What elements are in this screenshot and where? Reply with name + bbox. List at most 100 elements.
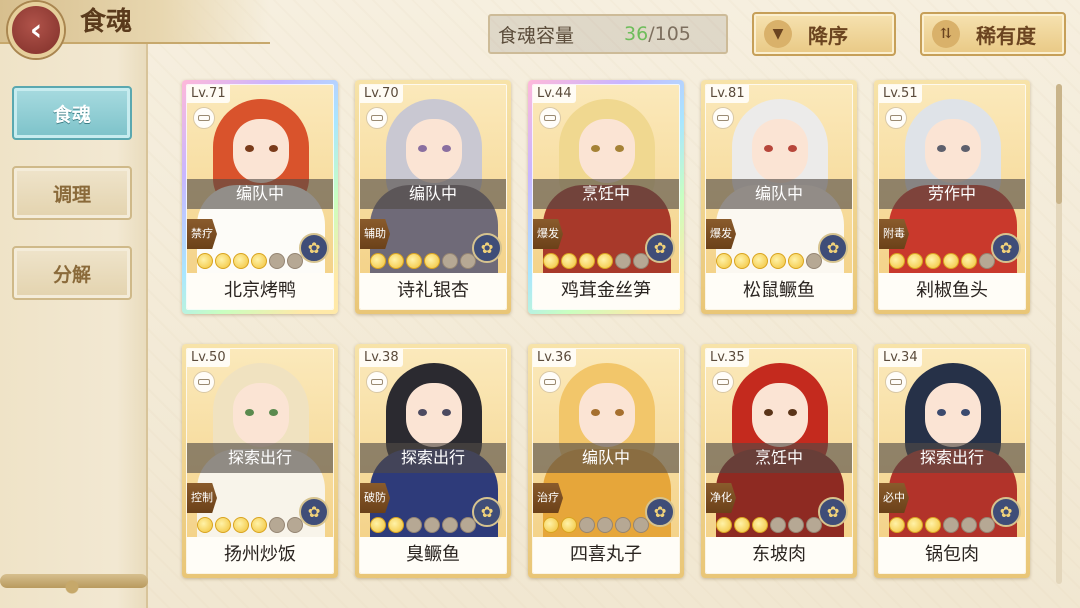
star-icon — [734, 517, 750, 533]
tassel-decoration — [62, 578, 82, 608]
sort-rarity-button[interactable]: ⇅ 稀有度 — [920, 12, 1066, 56]
element-flower-icon: ✿ — [299, 497, 329, 527]
portrait-face — [752, 383, 808, 447]
star-icon — [233, 517, 249, 533]
star-icon — [406, 253, 422, 269]
star-icon — [615, 517, 631, 533]
role-badge: 爆发 — [533, 219, 563, 249]
minus-icon[interactable] — [712, 371, 734, 393]
character-name: 北京烤鸭 — [187, 273, 333, 309]
portrait-face — [925, 383, 981, 447]
card-inner: Lv.51 劳作中 附毒 ✿ 剁椒鱼头 — [878, 84, 1026, 310]
minus-icon[interactable] — [885, 107, 907, 129]
minus-icon[interactable] — [366, 371, 388, 393]
food-soul-card[interactable]: Lv.44 烹饪中 爆发 ✿ 鸡茸金丝笋 — [528, 80, 684, 314]
character-name: 诗礼银杏 — [360, 273, 506, 309]
food-soul-card[interactable]: Lv.51 劳作中 附毒 ✿ 剁椒鱼头 — [874, 80, 1030, 314]
portrait-eye — [788, 145, 797, 152]
star-icon — [788, 517, 804, 533]
role-badge: 辅助 — [360, 219, 390, 249]
tab-decompose[interactable]: 分解 — [12, 246, 132, 300]
portrait-face — [579, 119, 635, 183]
level-label: Lv.44 — [533, 85, 576, 103]
star-icon — [215, 517, 231, 533]
character-name: 臭鳜鱼 — [360, 537, 506, 573]
portrait-eye — [615, 145, 624, 152]
food-soul-card[interactable]: Lv.50 探索出行 控制 ✿ 扬州炒饭 — [182, 344, 338, 578]
food-soul-card[interactable]: Lv.70 编队中 辅助 ✿ 诗礼银杏 — [355, 80, 511, 314]
capacity-display: 食魂容量 36 / 105 — [488, 14, 728, 54]
food-soul-card[interactable]: Lv.35 烹饪中 净化 ✿ 东坡肉 — [701, 344, 857, 578]
portrait-eye — [269, 409, 278, 416]
minus-icon[interactable] — [539, 371, 561, 393]
food-soul-card[interactable]: Lv.71 编队中 禁疗 ✿ 北京烤鸭 — [182, 80, 338, 314]
star-icon — [925, 253, 941, 269]
back-button[interactable]: ‹ — [8, 2, 64, 58]
portrait-face — [752, 119, 808, 183]
star-icon — [215, 253, 231, 269]
star-icon — [752, 517, 768, 533]
star-icon — [424, 517, 440, 533]
portrait-eye — [245, 145, 254, 152]
portrait-face — [233, 383, 289, 447]
star-rating — [370, 253, 476, 271]
minus-icon[interactable] — [366, 107, 388, 129]
minus-icon[interactable] — [193, 107, 215, 129]
minus-icon[interactable] — [193, 371, 215, 393]
star-icon — [889, 253, 905, 269]
card-inner: Lv.38 探索出行 破防 ✿ 臭鳜鱼 — [359, 348, 507, 574]
portrait-face — [925, 119, 981, 183]
sort-order-button[interactable]: ▼ 降序 — [752, 12, 896, 56]
role-badge: 爆发 — [706, 219, 736, 249]
scrollbar-thumb[interactable] — [1056, 84, 1062, 204]
element-flower-icon: ✿ — [472, 497, 502, 527]
tab-tuning[interactable]: 调理 — [12, 166, 132, 220]
star-rating — [543, 253, 649, 271]
star-icon — [716, 253, 732, 269]
role-badge: 净化 — [706, 483, 736, 513]
portrait-eye — [591, 409, 600, 416]
food-soul-card[interactable]: Lv.36 编队中 治疗 ✿ 四喜丸子 — [528, 344, 684, 578]
level-label: Lv.71 — [187, 85, 230, 103]
card-inner: Lv.34 探索出行 必中 ✿ 锅包肉 — [878, 348, 1026, 574]
portrait-face — [406, 383, 462, 447]
tab-food-soul[interactable]: 食魂 — [12, 86, 132, 140]
card-list-scrollbar[interactable] — [1056, 84, 1062, 584]
star-rating — [543, 517, 649, 535]
portrait-eye — [442, 145, 451, 152]
card-inner: Lv.50 探索出行 控制 ✿ 扬州炒饭 — [186, 348, 334, 574]
character-name: 松鼠鳜鱼 — [706, 273, 852, 309]
star-rating — [370, 517, 476, 535]
star-icon — [197, 253, 213, 269]
star-icon — [406, 517, 422, 533]
element-flower-icon: ✿ — [818, 233, 848, 263]
level-label: Lv.35 — [706, 349, 749, 367]
element-flower-icon: ✿ — [991, 497, 1021, 527]
star-icon — [233, 253, 249, 269]
status-band: 烹饪中 — [533, 179, 679, 209]
tab-label: 分解 — [52, 263, 91, 286]
star-icon — [424, 253, 440, 269]
star-icon — [597, 517, 613, 533]
portrait-face — [406, 119, 462, 183]
star-icon — [251, 517, 267, 533]
minus-icon[interactable] — [885, 371, 907, 393]
element-flower-icon: ✿ — [645, 497, 675, 527]
status-band: 烹饪中 — [706, 443, 852, 473]
star-icon — [388, 517, 404, 533]
food-soul-card[interactable]: Lv.81 编队中 爆发 ✿ 松鼠鳜鱼 — [701, 80, 857, 314]
star-icon — [561, 517, 577, 533]
star-rating — [197, 253, 303, 271]
character-name: 四喜丸子 — [533, 537, 679, 573]
star-icon — [716, 517, 732, 533]
card-inner: Lv.44 烹饪中 爆发 ✿ 鸡茸金丝笋 — [532, 84, 680, 310]
minus-icon[interactable] — [539, 107, 561, 129]
food-soul-card[interactable]: Lv.38 探索出行 破防 ✿ 臭鳜鱼 — [355, 344, 511, 578]
star-icon — [442, 517, 458, 533]
star-icon — [269, 517, 285, 533]
star-icon — [269, 253, 285, 269]
portrait-face — [579, 383, 635, 447]
star-icon — [907, 517, 923, 533]
minus-icon[interactable] — [712, 107, 734, 129]
food-soul-card[interactable]: Lv.34 探索出行 必中 ✿ 锅包肉 — [874, 344, 1030, 578]
